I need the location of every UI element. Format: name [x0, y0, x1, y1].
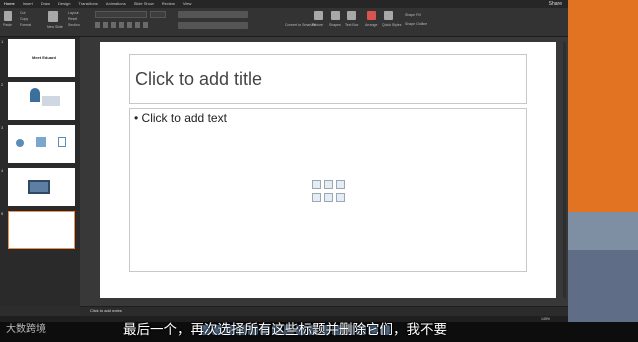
strikethrough-icon[interactable] [119, 22, 124, 28]
slide-thumbnail-2[interactable] [8, 82, 75, 120]
shapes-icon[interactable] [331, 11, 340, 20]
tab-review[interactable]: Review [162, 0, 175, 8]
thumbnail-number: 1 [1, 39, 4, 44]
download-icon [58, 137, 66, 147]
share-button[interactable]: Share [549, 0, 562, 8]
paragraph-buttons[interactable] [178, 11, 248, 18]
tab-design[interactable]: Design [58, 0, 70, 8]
desk-illustration-icon [42, 96, 60, 106]
quick-styles-label: Quick Styles [382, 23, 402, 27]
watermark: 大数跨境 [6, 324, 46, 335]
envelope-icon [36, 137, 46, 147]
slide-thumbnail-3[interactable] [8, 125, 75, 163]
notes-placeholder: Click to add notes [90, 308, 122, 313]
alignment-buttons[interactable] [178, 22, 248, 29]
tab-slide-show[interactable]: Slide Show [134, 0, 154, 8]
powerpoint-window: Home Insert Draw Design Transitions Anim… [0, 0, 568, 322]
shapes-label: Shapes [329, 23, 341, 27]
slide-thumbnail-5-selected[interactable] [8, 211, 75, 249]
text-format-buttons [95, 22, 148, 28]
title-placeholder[interactable]: Click to add title [129, 54, 527, 104]
slide-editor: Click to add title • Click to add text [80, 37, 568, 306]
thumbnail-number: 2 [1, 82, 4, 87]
person-illustration-icon [30, 88, 40, 102]
thumbnail-number: 3 [1, 125, 4, 130]
superscript-icon[interactable] [135, 22, 140, 28]
text-box-icon[interactable] [347, 11, 356, 20]
body-placeholder[interactable]: • Click to add text [129, 108, 527, 272]
vertical-scrollbar[interactable] [563, 42, 566, 298]
insert-video-icon[interactable] [336, 192, 345, 202]
tab-transitions[interactable]: Transitions [78, 0, 97, 8]
laptop-icon [28, 180, 50, 194]
arrange-icon[interactable] [367, 11, 376, 20]
body-placeholder-text: • Click to add text [134, 111, 227, 125]
notes-pane[interactable]: Click to add notes [80, 306, 568, 316]
picture-label: Picture [312, 23, 323, 27]
insert-picture-icon[interactable] [312, 192, 321, 202]
quick-styles-icon[interactable] [384, 11, 393, 20]
paste-icon[interactable] [4, 11, 12, 21]
text-box-label: Text Box [345, 23, 359, 27]
insert-content-icons [312, 180, 346, 202]
slide-thumbnail-4[interactable] [8, 168, 75, 206]
insert-table-icon[interactable] [312, 180, 321, 189]
bold-icon[interactable] [95, 22, 100, 28]
ribbon-tabs: Home Insert Draw Design Transitions Anim… [0, 0, 568, 9]
format-painter-button[interactable]: Format [20, 23, 31, 27]
tab-view[interactable]: View [183, 0, 192, 8]
thumbnail-number: 5 [1, 211, 4, 216]
current-slide[interactable]: Click to add title • Click to add text [100, 42, 556, 298]
new-slide-label: New Slide [47, 25, 63, 29]
insert-smartart-icon[interactable] [336, 180, 345, 189]
thumbnail-number: 4 [1, 168, 4, 173]
new-slide-icon[interactable] [48, 11, 58, 22]
insert-chart-icon[interactable] [324, 180, 333, 189]
title-placeholder-text: Click to add title [135, 69, 263, 89]
ribbon-toolbar: Paste Cut Copy Format New Slide Layout R… [0, 8, 568, 37]
slide-thumbnail-1[interactable]: Meet Eduard [8, 39, 75, 77]
underline-icon[interactable] [111, 22, 116, 28]
italic-icon[interactable] [103, 22, 108, 28]
tab-draw[interactable]: Draw [41, 0, 50, 8]
thumbnail-title: Meet Eduard [32, 55, 57, 60]
shape-fill-button[interactable]: Shape Fill [405, 13, 421, 17]
arrange-label: Arrange [365, 23, 378, 27]
copy-button[interactable]: Copy [20, 17, 28, 21]
subscript-icon[interactable] [127, 22, 132, 28]
font-name-field[interactable] [95, 11, 147, 18]
paste-label: Paste [3, 23, 12, 27]
gear-icon [16, 139, 24, 147]
font-color-icon[interactable] [143, 22, 148, 28]
section-button[interactable]: Section [68, 23, 80, 27]
font-size-field[interactable] [150, 11, 166, 18]
insert-online-picture-icon[interactable] [324, 192, 333, 202]
cut-button[interactable]: Cut [20, 11, 25, 15]
tab-insert[interactable]: Insert [23, 0, 33, 8]
picture-icon[interactable] [314, 11, 323, 20]
layout-button[interactable]: Layout [68, 11, 79, 15]
reset-button[interactable]: Reset [68, 17, 77, 21]
slide-thumbnail-panel: 1 Meet Eduard 2 3 4 5 [0, 37, 80, 306]
video-subtitle: 最后一个，再次选择所有这些标题并删除它们，我不要 [123, 322, 447, 338]
tab-animations[interactable]: Animations [106, 0, 126, 8]
shape-outline-button[interactable]: Shape Outline [405, 22, 427, 26]
